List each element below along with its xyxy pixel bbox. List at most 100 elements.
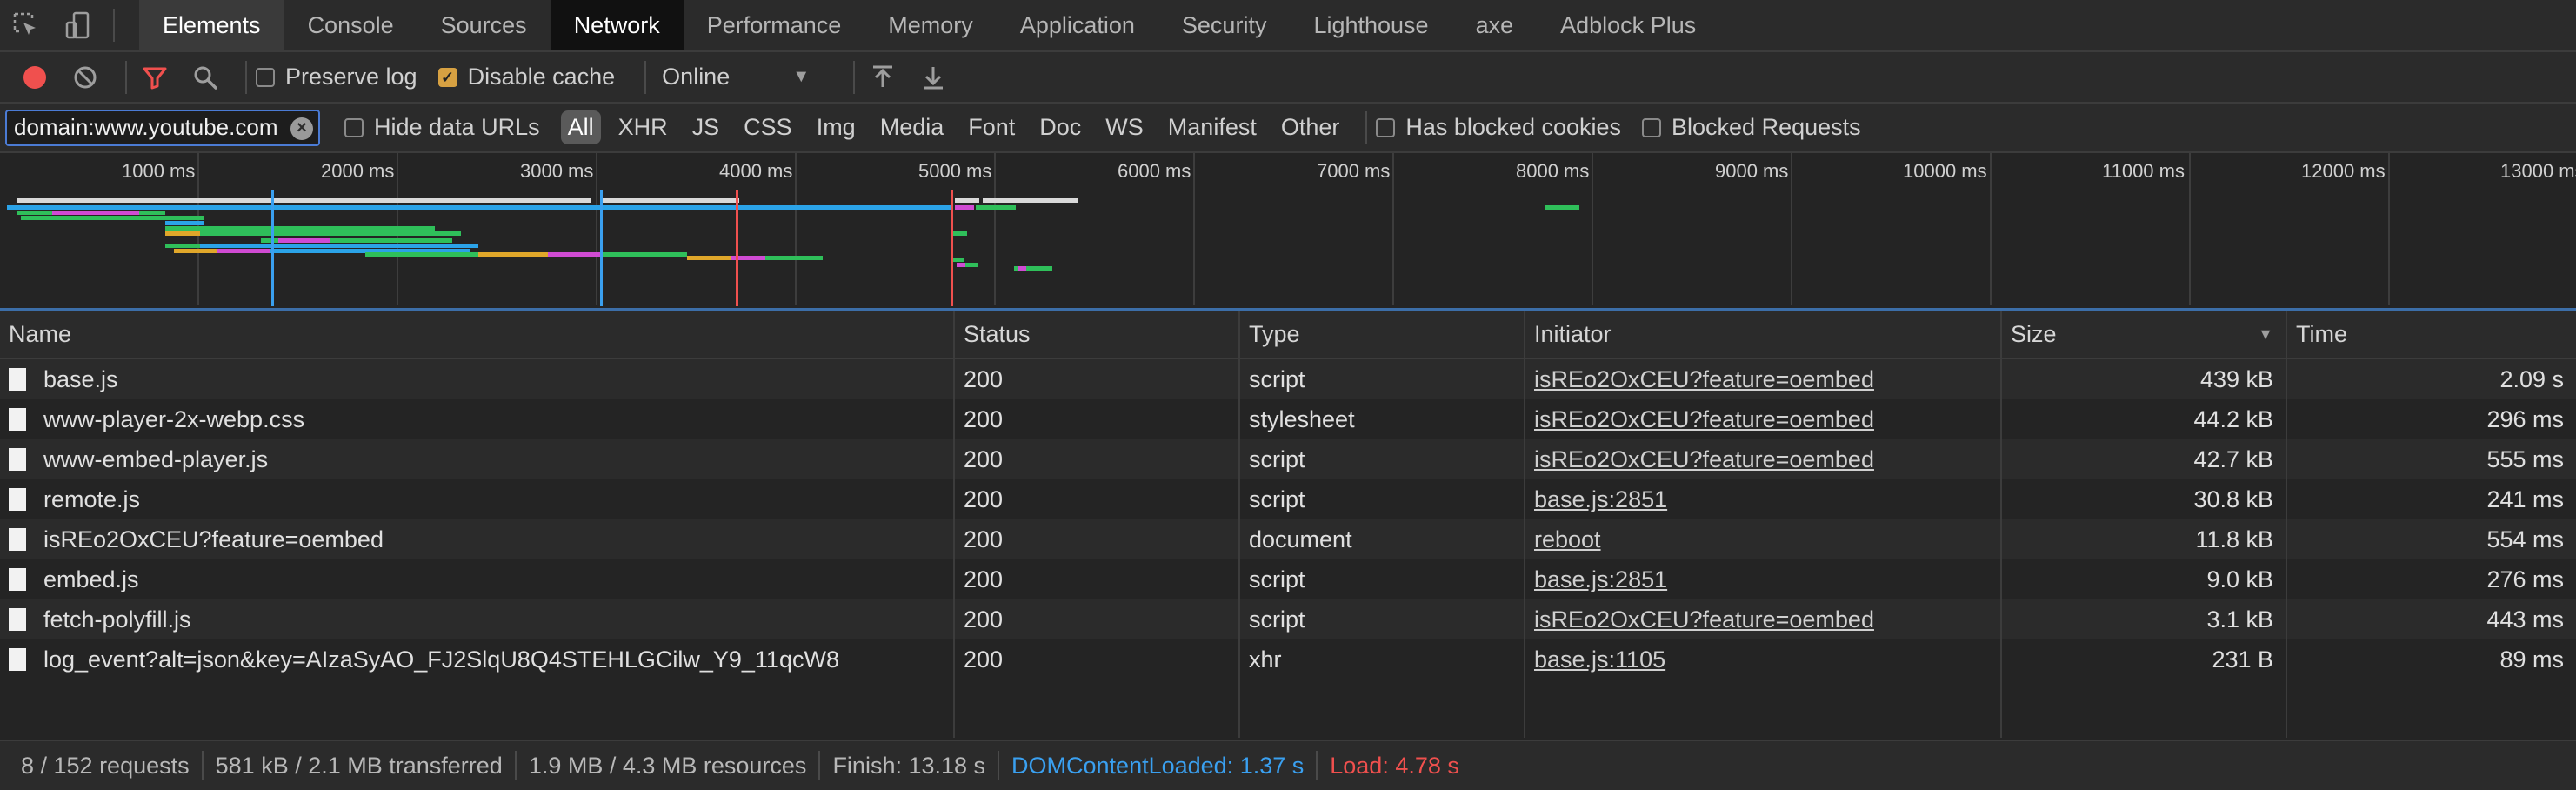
document-icon <box>9 368 26 391</box>
type-filter-media[interactable]: Media <box>873 110 951 144</box>
network-toolbar: Preserve log Disable cache Online ▼ <box>0 52 2576 104</box>
overview-gridline <box>994 153 996 305</box>
request-initiator-link[interactable]: isREo2OxCEU?feature=oembed <box>1534 366 1874 393</box>
empty-cell <box>0 680 955 738</box>
overview-tick-label: 5000 ms <box>918 160 992 182</box>
table-row[interactable]: remote.js 200 script base.js:2851 30.8 k… <box>0 479 2576 519</box>
column-header-size[interactable]: Size ▼ <box>2002 311 2287 358</box>
clear-filter-icon[interactable]: × <box>290 117 313 140</box>
disable-cache-box[interactable] <box>437 67 457 87</box>
table-row[interactable]: fetch-polyfill.js 200 script isREo2OxCEU… <box>0 599 2576 639</box>
request-initiator-link[interactable]: isREo2OxCEU?feature=oembed <box>1534 406 1874 433</box>
column-header-initiator[interactable]: Initiator <box>1525 311 2002 358</box>
tab-console[interactable]: Console <box>284 0 417 50</box>
dom-content-loaded-time: DOMContentLoaded: 1.37 s <box>999 751 1318 780</box>
blocked-requests-checkbox[interactable]: Blocked Requests <box>1642 114 1861 141</box>
tab-adblock-plus[interactable]: Adblock Plus <box>1537 0 1719 50</box>
request-count: 8 / 152 requests <box>9 751 204 780</box>
request-type: script <box>1240 599 1525 639</box>
column-header-type[interactable]: Type <box>1240 311 1525 358</box>
request-status: 200 <box>955 519 1240 559</box>
request-name: www-player-2x-webp.css <box>43 405 305 432</box>
request-initiator-link[interactable]: base.js:2851 <box>1534 566 1667 593</box>
table-row[interactable]: log_event?alt=json&key=AIzaSyAO_FJ2SlqU8… <box>0 639 2576 680</box>
table-row[interactable]: embed.js 200 script base.js:2851 9.0 kB … <box>0 559 2576 599</box>
empty-cell <box>2002 680 2287 738</box>
table-row[interactable]: base.js 200 script isREo2OxCEU?feature=o… <box>0 359 2576 399</box>
overview-bar <box>965 263 978 267</box>
request-time: 2.09 s <box>2499 365 2564 392</box>
type-filter-doc[interactable]: Doc <box>1032 110 1088 144</box>
column-header-status[interactable]: Status <box>955 311 1240 358</box>
overview-bar <box>330 226 435 231</box>
type-filter-img[interactable]: Img <box>810 110 863 144</box>
hide-data-urls-box[interactable] <box>344 117 364 137</box>
request-name-cell: base.js <box>0 359 955 399</box>
device-toolbar-icon[interactable] <box>52 0 104 51</box>
request-initiator-link[interactable]: base.js:1105 <box>1534 646 1665 673</box>
overview-bar <box>955 198 979 203</box>
blocked-requests-box[interactable] <box>1642 117 1662 137</box>
has-blocked-cookies-box[interactable] <box>1376 117 1396 137</box>
request-initiator-link[interactable]: isREo2OxCEU?feature=oembed <box>1534 606 1874 633</box>
type-filter-other[interactable]: Other <box>1274 110 1347 144</box>
overview-bar <box>951 231 967 236</box>
type-filter-js[interactable]: JS <box>685 110 727 144</box>
request-status: 200 <box>955 599 1240 639</box>
overview-bar <box>165 226 330 231</box>
table-row[interactable]: www-player-2x-webp.css 200 stylesheet is… <box>0 399 2576 439</box>
tab-memory[interactable]: Memory <box>864 0 997 50</box>
export-har-icon[interactable] <box>914 58 952 97</box>
table-row[interactable]: www-embed-player.js 200 script isREo2OxC… <box>0 439 2576 479</box>
record-button[interactable] <box>16 58 54 97</box>
document-icon <box>9 448 26 471</box>
search-icon[interactable] <box>186 58 224 97</box>
tab-security[interactable]: Security <box>1158 0 1291 50</box>
request-initiator-link[interactable]: base.js:2851 <box>1534 486 1667 513</box>
column-header-time[interactable]: Time <box>2287 311 2576 358</box>
request-initiator-link[interactable]: isREo2OxCEU?feature=oembed <box>1534 446 1874 473</box>
preserve-log-box[interactable] <box>256 67 275 87</box>
clear-button[interactable] <box>66 58 104 97</box>
tab-performance[interactable]: Performance <box>684 0 865 50</box>
type-filter-manifest[interactable]: Manifest <box>1161 110 1264 144</box>
document-icon <box>9 608 26 631</box>
filter-input[interactable]: domain:www.youtube.com × <box>5 109 320 146</box>
tab-elements[interactable]: Elements <box>139 0 284 50</box>
overview-bar <box>165 221 204 225</box>
import-har-icon[interactable] <box>864 58 902 97</box>
tab-axe[interactable]: axe <box>1452 0 1538 50</box>
throttling-select[interactable]: Online ▼ <box>662 64 810 90</box>
finish-time: Finish: 13.18 s <box>820 751 1000 780</box>
requests-table: base.js 200 script isREo2OxCEU?feature=o… <box>0 359 2576 740</box>
tab-application[interactable]: Application <box>997 0 1158 50</box>
preserve-log-checkbox[interactable]: Preserve log <box>256 64 417 90</box>
load-marker <box>736 190 738 306</box>
table-row[interactable]: isREo2OxCEU?feature=oembed 200 document … <box>0 519 2576 559</box>
inspect-element-icon[interactable] <box>0 0 52 51</box>
request-name-cell: fetch-polyfill.js <box>0 599 955 639</box>
type-filter-xhr[interactable]: XHR <box>611 110 675 144</box>
type-filter-ws[interactable]: WS <box>1098 110 1151 144</box>
document-icon <box>9 568 26 591</box>
tab-sources[interactable]: Sources <box>417 0 551 50</box>
hide-data-urls-label: Hide data URLs <box>374 114 540 140</box>
column-header-name[interactable]: Name <box>0 311 955 358</box>
has-blocked-cookies-checkbox[interactable]: Has blocked cookies <box>1376 114 1621 141</box>
overview-bar <box>200 244 235 248</box>
type-filter-css[interactable]: CSS <box>737 110 799 144</box>
empty-cell <box>1525 680 2002 738</box>
type-filter-font[interactable]: Font <box>961 110 1022 144</box>
network-overview[interactable]: 1000 ms 2000 ms 3000 ms 4000 ms 5000 ms … <box>0 153 2576 311</box>
hide-data-urls-checkbox[interactable]: Hide data URLs <box>344 114 540 141</box>
empty-cell <box>2287 680 2576 738</box>
tab-lighthouse[interactable]: Lighthouse <box>1290 0 1452 50</box>
toolbar-separator <box>125 60 127 94</box>
filter-icon[interactable] <box>136 58 174 97</box>
type-filter-all[interactable]: All <box>560 110 601 144</box>
disable-cache-checkbox[interactable]: Disable cache <box>437 64 615 90</box>
request-initiator-link[interactable]: reboot <box>1534 526 1601 553</box>
tab-network[interactable]: Network <box>550 0 684 50</box>
request-initiator-cell: base.js:2851 <box>1525 559 2002 599</box>
transferred-size: 581 kB / 2.1 MB transferred <box>204 751 517 780</box>
